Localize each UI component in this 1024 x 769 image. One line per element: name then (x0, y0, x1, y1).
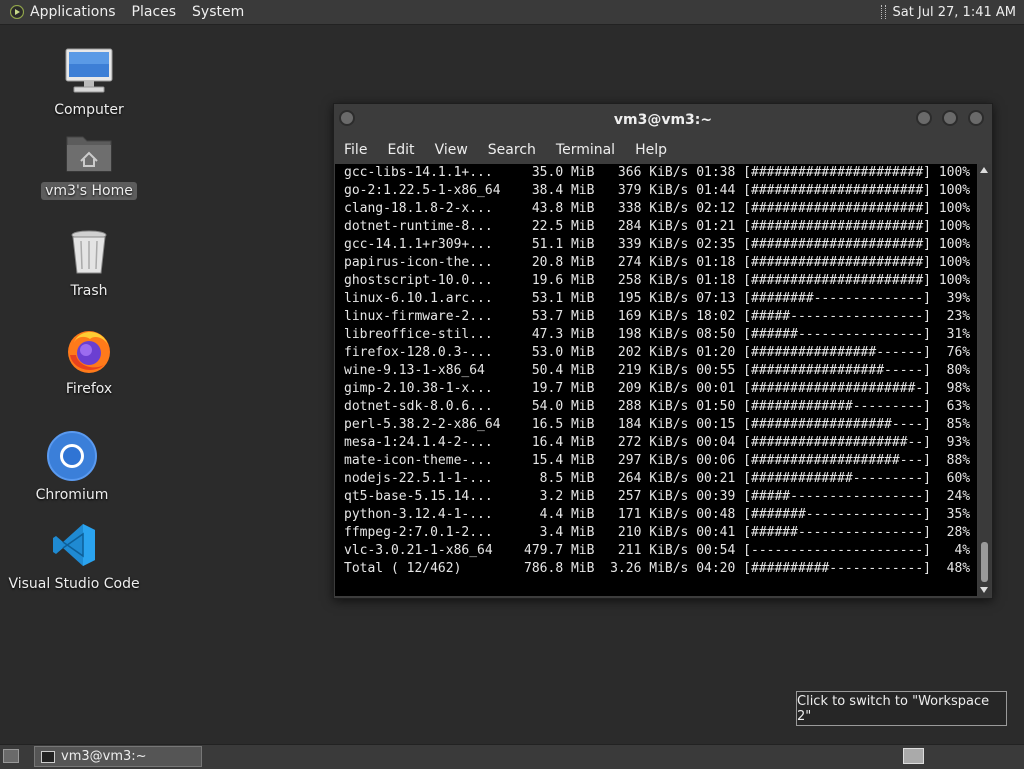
taskbar-window-label: vm3@vm3:~ (61, 749, 147, 764)
terminal-line: go-2:1.22.5-1-x86_64 38.4 MiB 379 KiB/s … (344, 183, 971, 198)
terminal-line: gcc-libs-14.1.1+... 35.0 MiB 366 KiB/s 0… (344, 165, 971, 180)
desktop-icon-home[interactable]: vm3's Home (29, 126, 149, 200)
workspace-2-button[interactable] (930, 748, 951, 764)
terminal-line: vlc-3.0.21-1-x86_64 479.7 MiB 211 KiB/s … (344, 543, 971, 558)
terminal-line: linux-6.10.1.arc... 53.1 MiB 195 KiB/s 0… (344, 291, 971, 306)
menu-system[interactable]: System (192, 4, 244, 20)
terminal-menu-view[interactable]: View (435, 142, 468, 158)
terminal-line: ffmpeg-2:7.0.1-2... 3.4 MiB 210 KiB/s 00… (344, 525, 971, 540)
desktop-label-firefox: Firefox (65, 381, 113, 397)
terminal-titlebar[interactable]: vm3@vm3:~ (334, 104, 992, 136)
terminal-menu-help[interactable]: Help (635, 142, 667, 158)
terminal-menu-file[interactable]: File (344, 142, 367, 158)
terminal-line: ghostscript-10.0... 19.6 MiB 258 KiB/s 0… (344, 273, 971, 288)
firefox-icon (63, 324, 115, 376)
scroll-down-arrow-icon[interactable] (980, 587, 988, 593)
terminal-menu-terminal[interactable]: Terminal (556, 142, 615, 158)
terminal-title: vm3@vm3:~ (613, 112, 713, 128)
scroll-up-arrow-icon[interactable] (980, 167, 988, 173)
menu-applications[interactable]: Applications (30, 4, 116, 20)
terminal-icon (41, 750, 55, 763)
terminal-line: dotnet-runtime-8... 22.5 MiB 284 KiB/s 0… (344, 219, 971, 234)
desktop-label-computer: Computer (54, 102, 124, 118)
terminal-menu-edit[interactable]: Edit (387, 142, 414, 158)
panel-right: Sat Jul 27, 1:41 AM (881, 0, 1024, 24)
terminal-line: nodejs-22.5.1-1-... 8.5 MiB 264 KiB/s 00… (344, 471, 971, 486)
scrollbar-thumb[interactable] (981, 542, 988, 582)
terminal-line: papirus-icon-the... 20.8 MiB 274 KiB/s 0… (344, 255, 971, 270)
menu-places[interactable]: Places (132, 4, 177, 20)
terminal-line: perl-5.38.2-2-x86_64 16.5 MiB 184 KiB/s … (344, 417, 971, 432)
workspace-tooltip: Click to switch to "Workspace 2" (796, 691, 1007, 726)
vscode-icon (48, 519, 100, 571)
close-button[interactable] (968, 110, 984, 126)
maximize-button[interactable] (942, 110, 958, 126)
desktop-label-chromium: Chromium (35, 487, 109, 503)
minimize-button[interactable] (916, 110, 932, 126)
terminal-line: python-3.12.4-1-... 4.4 MiB 171 KiB/s 00… (344, 507, 971, 522)
clock[interactable]: Sat Jul 27, 1:41 AM (892, 5, 1016, 20)
panel-handle[interactable] (881, 5, 887, 19)
terminal-line: wine-9.13-1-x86_64 50.4 MiB 219 KiB/s 00… (344, 363, 971, 378)
terminal-line: mate-icon-theme-... 15.4 MiB 297 KiB/s 0… (344, 453, 971, 468)
trash-icon (63, 226, 115, 278)
bottom-panel: vm3@vm3:~ (0, 744, 1024, 769)
desktop-label-vscode: Visual Studio Code (8, 576, 140, 592)
terminal-output[interactable]: gcc-libs-14.1.1+... 35.0 MiB 366 KiB/s 0… (335, 164, 977, 596)
terminal-line: Total ( 12/462) 786.8 MiB 3.26 MiB/s 04:… (344, 561, 971, 576)
terminal-line: firefox-128.0.3-... 53.0 MiB 202 KiB/s 0… (344, 345, 971, 360)
computer-icon (63, 45, 115, 97)
desktop-icon-trash[interactable]: Trash (29, 226, 149, 300)
terminal-scrollbar[interactable] (978, 164, 991, 596)
home-folder-icon (63, 126, 115, 178)
terminal-menu-search[interactable]: Search (488, 142, 536, 158)
terminal-line: libreoffice-stil... 47.3 MiB 198 KiB/s 0… (344, 327, 971, 342)
terminal-line: clang-18.1.8-2-x... 43.8 MiB 338 KiB/s 0… (344, 201, 971, 216)
desktop-icon-firefox[interactable]: Firefox (29, 324, 149, 398)
top-panel: Applications Places System Sat Jul 27, 1… (0, 0, 1024, 25)
applications-icon[interactable] (10, 5, 24, 19)
desktop-icon-chromium[interactable]: Chromium (12, 430, 132, 504)
terminal-menubar: File Edit View Search Terminal Help (334, 136, 992, 164)
terminal-line: qt5-base-5.15.14... 3.2 MiB 257 KiB/s 00… (344, 489, 971, 504)
terminal-line: gcc-14.1.1+r309+... 51.1 MiB 339 KiB/s 0… (344, 237, 971, 252)
terminal-line: gimp-2.10.38-1-x... 19.7 MiB 209 KiB/s 0… (344, 381, 971, 396)
show-desktop-icon[interactable] (3, 749, 19, 763)
workspace-1-button[interactable] (903, 748, 924, 764)
desktop-icon-vscode[interactable]: Visual Studio Code (8, 519, 140, 593)
desktop-label-trash: Trash (70, 283, 108, 299)
terminal-line: mesa-1:24.1.4-2-... 16.4 MiB 272 KiB/s 0… (344, 435, 971, 450)
terminal-line: dotnet-sdk-8.0.6... 54.0 MiB 288 KiB/s 0… (344, 399, 971, 414)
terminal-window[interactable]: vm3@vm3:~ File Edit View Search Terminal… (333, 103, 993, 599)
desktop-label-home: vm3's Home (41, 182, 137, 200)
desktop-icon-computer[interactable]: Computer (29, 45, 149, 119)
taskbar-window-button[interactable]: vm3@vm3:~ (34, 746, 202, 767)
terminal-line: linux-firmware-2... 53.7 MiB 169 KiB/s 1… (344, 309, 971, 324)
chromium-icon (46, 430, 98, 482)
